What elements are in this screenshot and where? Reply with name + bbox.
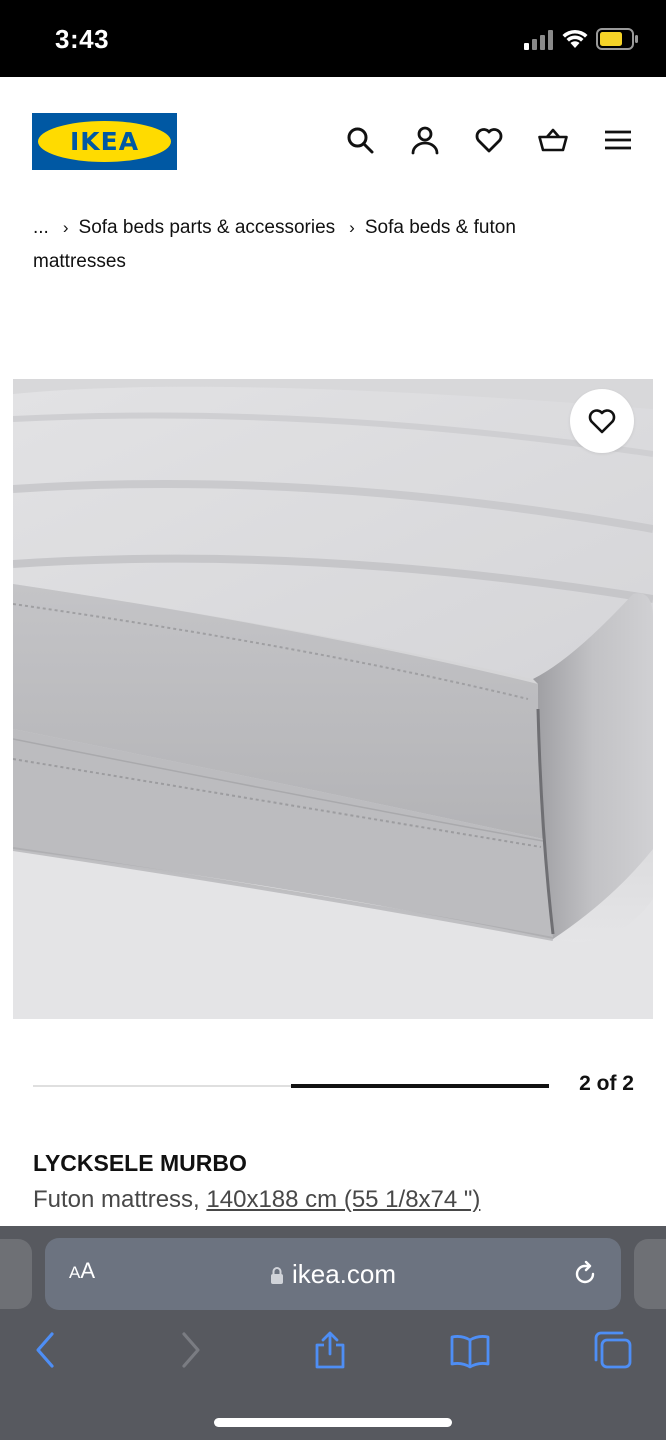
chevron-right-icon: › bbox=[349, 218, 355, 237]
breadcrumb-sofa-beds-parts[interactable]: Sofa beds parts & accessories bbox=[79, 217, 336, 238]
share-button[interactable] bbox=[308, 1330, 352, 1370]
breadcrumb: ... › Sofa beds parts & accessories › Sofa b… bbox=[33, 211, 633, 279]
back-button[interactable] bbox=[24, 1330, 68, 1370]
forward-button[interactable] bbox=[168, 1330, 212, 1370]
chevron-right-icon: › bbox=[62, 218, 69, 237]
save-to-favorites-button[interactable] bbox=[570, 389, 634, 453]
mattress-illustration bbox=[13, 379, 653, 1019]
hamburger-menu-icon bbox=[605, 130, 631, 150]
home-indicator[interactable] bbox=[214, 1418, 452, 1427]
tabs-icon bbox=[594, 1331, 632, 1369]
product-size-link[interactable]: 140x188 cm (55 1/8x74 ") bbox=[206, 1186, 480, 1213]
chevron-left-icon bbox=[36, 1332, 54, 1368]
reload-icon[interactable] bbox=[571, 1260, 599, 1288]
carousel-progress bbox=[33, 1084, 549, 1088]
battery-icon bbox=[596, 28, 638, 50]
status-time: 3:43 bbox=[55, 24, 110, 54]
heart-icon bbox=[475, 128, 503, 153]
account-icon bbox=[411, 126, 439, 155]
heart-icon bbox=[588, 409, 616, 434]
cart-button[interactable] bbox=[538, 125, 568, 155]
address-bar[interactable]: AA ikea.com bbox=[45, 1238, 621, 1310]
site-header: IKEA bbox=[0, 77, 666, 197]
wifi-icon bbox=[562, 29, 588, 48]
url-text: ikea.com bbox=[291, 1259, 397, 1289]
product-description: Futon mattress, 140x188 cm (55 1/8x74 ") bbox=[33, 1186, 480, 1214]
search-button[interactable] bbox=[345, 125, 375, 155]
cellular-signal-icon bbox=[524, 30, 553, 50]
url-display[interactable]: ikea.com bbox=[45, 1238, 621, 1310]
book-icon bbox=[450, 1335, 490, 1369]
favorites-button[interactable] bbox=[474, 125, 504, 155]
ikea-logo[interactable]: IKEA bbox=[32, 113, 177, 170]
breadcrumb-sofa-beds-futon[interactable]: Sofa beds & futon bbox=[365, 217, 516, 238]
breadcrumb-ellipsis[interactable]: ... bbox=[33, 217, 49, 238]
chevron-right-icon bbox=[182, 1332, 200, 1368]
breadcrumb-mattresses[interactable]: mattresses bbox=[33, 251, 126, 272]
bookmarks-button[interactable] bbox=[448, 1330, 492, 1370]
product-image[interactable] bbox=[13, 379, 653, 1019]
next-tab-preview[interactable] bbox=[634, 1239, 666, 1309]
logo-text: IKEA bbox=[69, 127, 140, 156]
menu-button[interactable] bbox=[603, 125, 633, 155]
product-name: LYCKSELE MURBO bbox=[33, 1150, 247, 1176]
carousel-progress-fill bbox=[291, 1084, 549, 1088]
carousel-counter: 2 of 2 bbox=[579, 1072, 634, 1095]
share-icon bbox=[315, 1331, 345, 1369]
search-icon bbox=[347, 127, 374, 154]
account-button[interactable] bbox=[410, 125, 440, 155]
product-type: Futon mattress, bbox=[33, 1186, 200, 1213]
shopping-basket-icon bbox=[538, 128, 568, 152]
lock-icon bbox=[270, 1267, 283, 1284]
previous-tab-preview[interactable] bbox=[0, 1239, 32, 1309]
status-bar: 3:43 bbox=[0, 0, 666, 77]
tabs-button[interactable] bbox=[590, 1330, 634, 1370]
